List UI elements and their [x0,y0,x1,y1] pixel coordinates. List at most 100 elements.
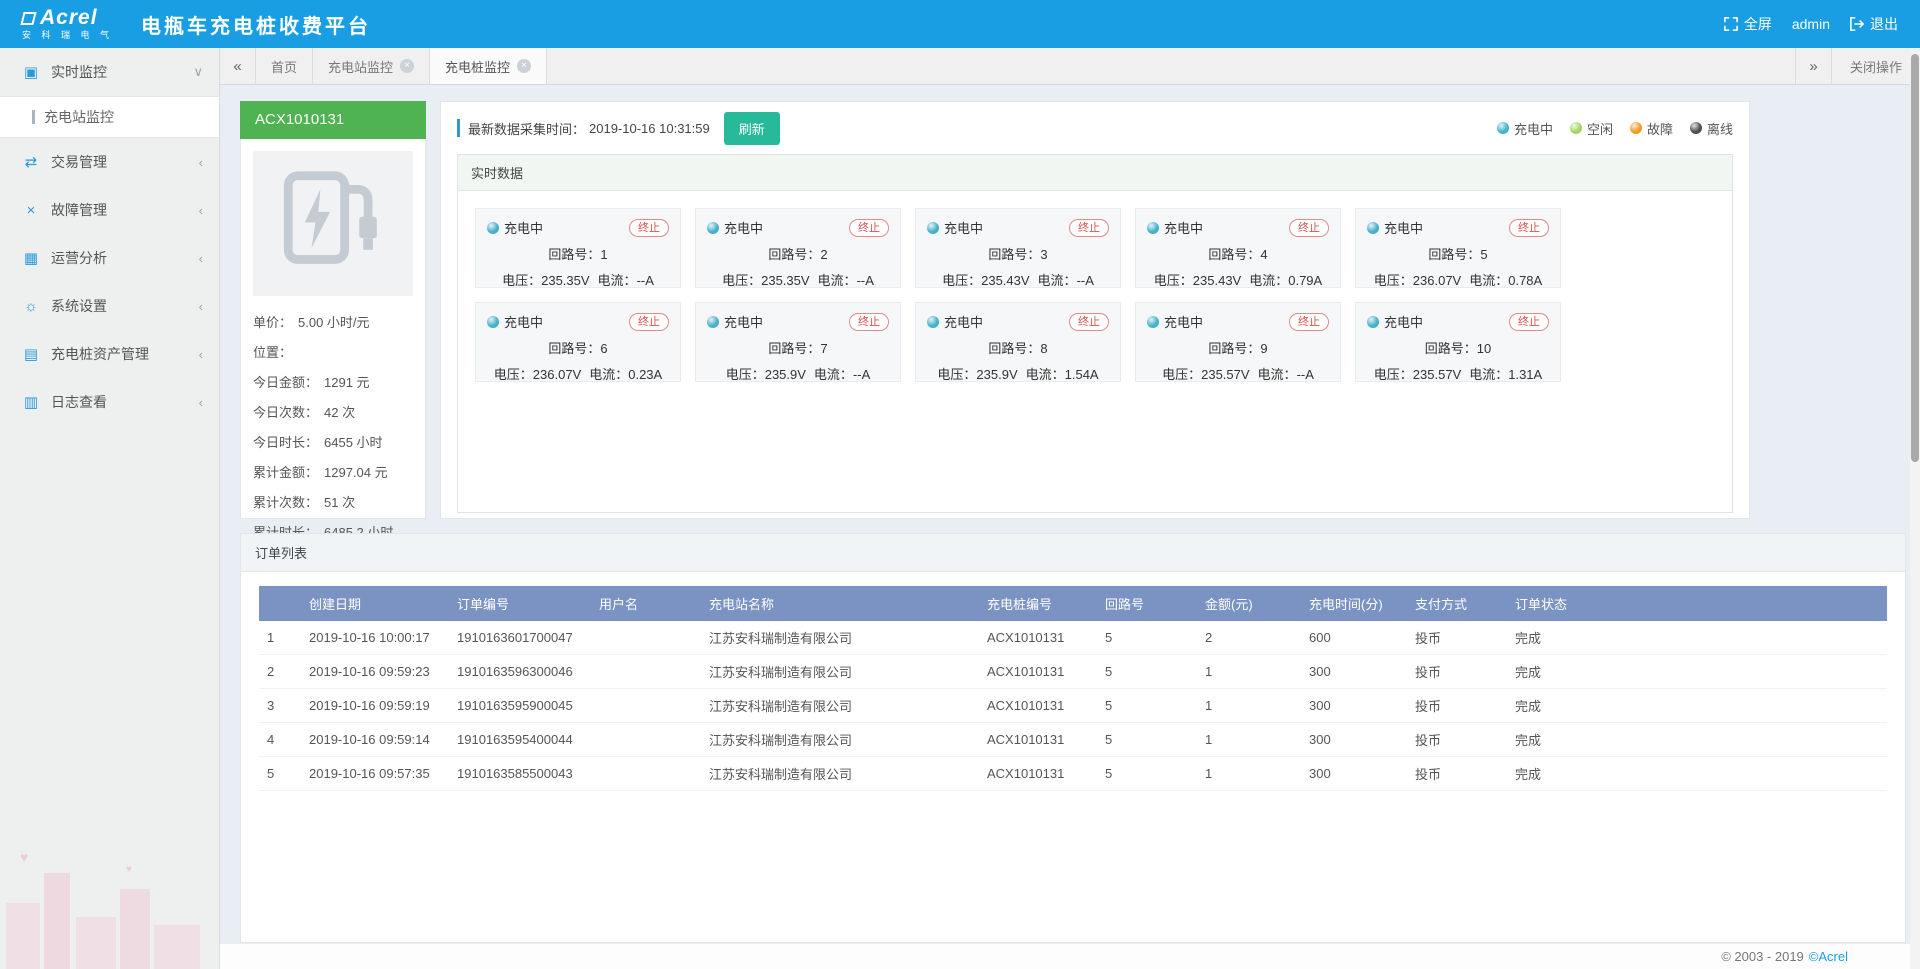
tabs-scroll-left-button[interactable]: « [220,48,256,84]
voltage-value: 236.07V [533,367,581,382]
cell-payment-method: 投币 [1407,723,1507,757]
charging-status-dot [1147,222,1159,234]
stop-button[interactable]: 终止 [849,219,889,237]
stop-button[interactable]: 终止 [1509,313,1549,331]
stop-button[interactable]: 终止 [629,219,669,237]
charging-status-dot [707,222,719,234]
voltage-value: 235.57V [1413,367,1461,382]
order-row[interactable]: 4 2019-10-16 09:59:14 1910163595400044 江… [259,723,1887,757]
user-menu[interactable]: admin [1792,16,1830,32]
sidebar-item-system-settings[interactable]: ☼ 系统设置 ‹ [0,282,219,330]
order-row[interactable]: 2 2019-10-16 09:59:23 1910163596300046 江… [259,655,1887,689]
current-value: 1.54A [1065,367,1099,382]
copyright-brand-link[interactable]: ©Acrel [1809,949,1848,964]
circuit-status-label: 充电中 [1384,218,1423,237]
tab-close-icon[interactable]: × [517,59,531,73]
cell-row-index: 2 [259,655,301,689]
status-dot [1630,122,1642,134]
circuit-number-label: 回路号： [768,341,820,356]
circuit-status-label: 充电中 [1384,312,1423,331]
refresh-button[interactable]: 刷新 [724,112,780,145]
fullscreen-button[interactable]: 全屏 [1724,14,1772,34]
station-panel: ACX1010131 [240,101,426,519]
voltage-label: 电压： [1374,273,1413,288]
monitor-panel: 最新数据采集时间： 2019-10-16 10:31:59 刷新 充电中 [440,101,1750,519]
table-header-row: 创建日期 订单编号 用户名 充电站名称 充电桩编号 回路号 金额(元) 充电时间… [259,586,1887,621]
tab-close-icon[interactable]: × [400,59,414,73]
stop-button[interactable]: 终止 [629,313,669,331]
sidebar-item-label: 实时监控 [51,62,193,82]
status-legend: 充电中 空闲 故障 [1497,119,1733,138]
cell-username [591,655,701,689]
voltage-value: 235.35V [761,273,809,288]
circuit-number: 3 [1040,247,1047,262]
cell-station-name: 江苏安科瑞制造有限公司 [701,757,979,791]
cell-payment-method: 投币 [1407,757,1507,791]
stop-button[interactable]: 终止 [1509,219,1549,237]
current-value: --A [1077,273,1094,288]
chevron-icon: ‹ [199,251,203,266]
cell-order-status: 完成 [1507,757,1887,791]
stop-button[interactable]: 终止 [849,313,889,331]
sidebar-item-realtime-monitor[interactable]: ▣ 实时监控 ∨ [0,48,219,96]
stat-label: 单价： [253,312,292,331]
cell-order-number: 1910163595400044 [449,723,591,757]
cell-pile-number: ACX1010131 [979,621,1097,655]
stat-label: 今日金额： [253,372,318,391]
stop-button[interactable]: 终止 [1069,219,1109,237]
circuit-card: 充电中 终止 回路号：5 电压：236.07V电流：0 [1355,208,1561,288]
station-id: ACX1010131 [240,101,426,139]
col-username: 用户名 [591,586,701,621]
sidebar-item-log-view[interactable]: ▥ 日志查看 ‹ [0,378,219,426]
tabs: 首页 × 充电站监控 × 充电桩监控 × [256,48,547,84]
order-row[interactable]: 5 2019-10-16 09:57:35 1910163585500043 江… [259,757,1887,791]
cell-charge-minutes: 300 [1301,757,1407,791]
orders-panel: 订单列表 创建日期 订单编号 用户名 充电站名称 [240,533,1906,943]
circuit-number-label: 回路号： [768,247,820,262]
voltage-label: 电压： [1374,367,1413,382]
circuit-status-label: 充电中 [724,312,763,331]
circuit-card: 充电中 终止 回路号：6 电压：236.07V电流：0 [475,302,681,382]
logout-button[interactable]: 退出 [1850,14,1898,34]
cell-username [591,689,701,723]
col-order-status: 订单状态 [1507,586,1887,621]
stat-value: 1291 元 [324,372,370,391]
cell-charge-minutes: 600 [1301,621,1407,655]
stop-button[interactable]: 终止 [1069,313,1109,331]
cell-create-date: 2019-10-16 10:00:17 [301,621,449,655]
cell-charge-minutes: 300 [1301,723,1407,757]
voltage-label: 电压： [942,273,981,288]
circuit-card: 充电中 终止 回路号：9 电压：235.57V电流：- [1135,302,1341,382]
stat-label: 位置： [253,342,292,361]
current-label: 电流： [1249,273,1288,288]
circuit-card: 充电中 终止 回路号：10 电压：235.57V电流： [1355,302,1561,382]
current-value: --A [857,273,874,288]
sidebar-item-pile-asset-mgmt[interactable]: ▤ 充电桩资产管理 ‹ [0,330,219,378]
cell-amount: 1 [1197,655,1301,689]
tab-station-monitor[interactable]: 充电站监控 × [313,48,430,84]
close-operations-button[interactable]: 关闭操作 [1831,48,1920,84]
sidebar-item-transaction-mgmt[interactable]: ⇄ 交易管理 ‹ [0,138,219,186]
order-row[interactable]: 3 2019-10-16 09:59:19 1910163595900045 江… [259,689,1887,723]
stop-button[interactable]: 终止 [1289,219,1329,237]
sidebar-item-station-monitor[interactable]: 充电站监控 [0,96,219,138]
charging-status-dot [1367,222,1379,234]
legend-item: 充电中 [1497,119,1553,138]
stat-label: 累计次数： [253,492,318,511]
stop-button[interactable]: 终止 [1289,313,1329,331]
legend-label: 离线 [1707,119,1733,138]
circuit-card: 充电中 终止 回路号：8 电压：235.9V电流：1. [915,302,1121,382]
scrollbar-thumb[interactable] [1911,54,1919,462]
sidebar-item-fault-mgmt[interactable]: × 故障管理 ‹ [0,186,219,234]
tabs-scroll-right-button[interactable]: » [1795,48,1831,84]
tab-home[interactable]: 首页 × [256,48,313,84]
current-value: --A [853,367,870,382]
charging-status-dot [487,222,499,234]
current-label: 电流： [818,273,857,288]
charging-pile-icon [253,151,413,296]
status-dot [1690,122,1702,134]
sidebar-item-operation-analysis[interactable]: ▦ 运营分析 ‹ [0,234,219,282]
order-row[interactable]: 1 2019-10-16 10:00:17 1910163601700047 江… [259,621,1887,655]
cell-order-number: 1910163595900045 [449,689,591,723]
tab-pile-monitor[interactable]: 充电桩监控 × [430,48,547,84]
